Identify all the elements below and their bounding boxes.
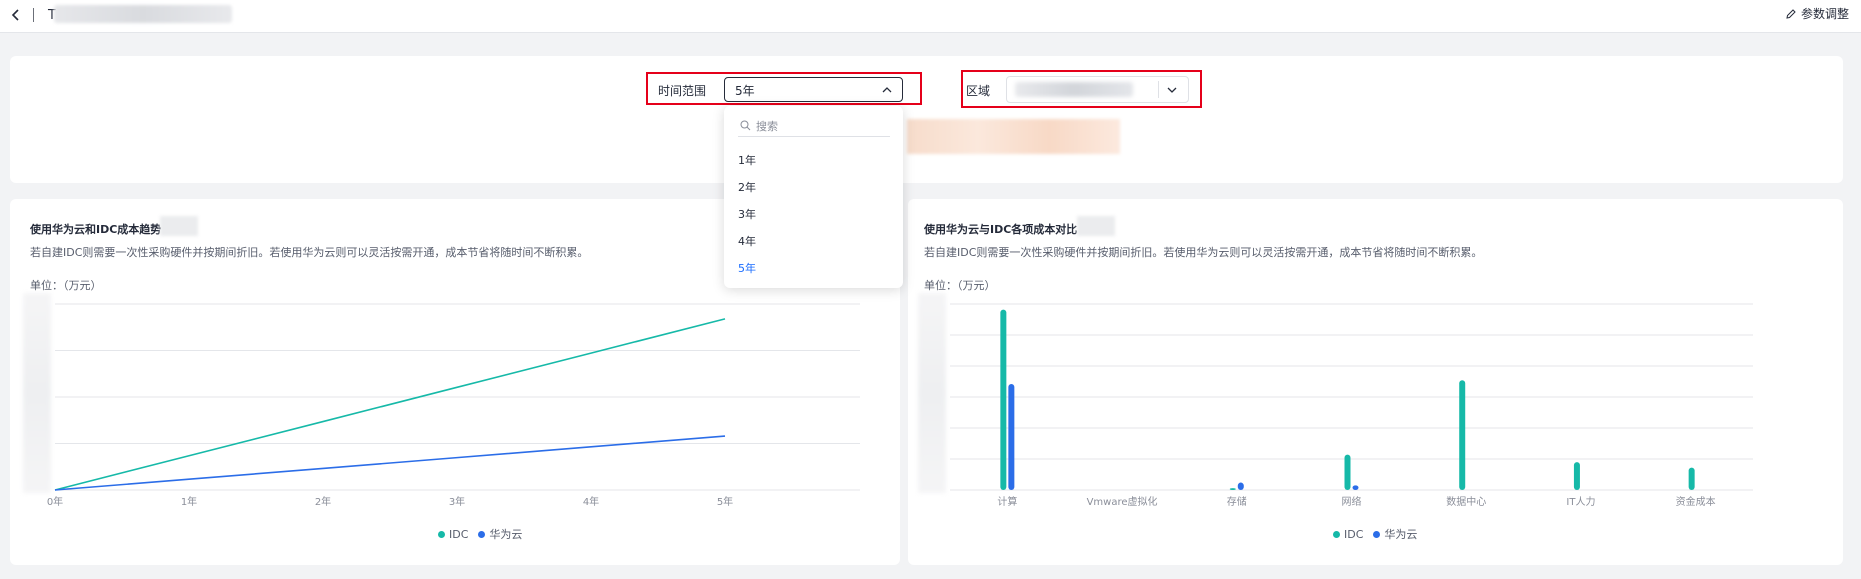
bar-huawei [1237, 482, 1244, 490]
legend-item-huawei[interactable]: 华为云 [1373, 526, 1417, 542]
bar-idc [1573, 462, 1580, 490]
x-tick-label: IT人力 [1566, 495, 1595, 508]
time-range-dropdown: 搜索 1年 2年 3年 4年 5年 [724, 106, 903, 288]
cost-compare-bar-chart: 计算 Vmware虚拟化 存储 网络 数据中心 IT人力 资金成本 [950, 303, 1753, 508]
bar-idc [1688, 467, 1695, 490]
bar-huawei [1352, 485, 1359, 490]
legend-dot-icon [1333, 530, 1340, 538]
dropdown-option[interactable]: 1年 [738, 152, 756, 168]
dropdown-option[interactable]: 4年 [738, 233, 756, 249]
legend-item-idc[interactable]: IDC [1333, 526, 1363, 542]
x-tick-label: 存储 [1227, 495, 1247, 508]
search-placeholder: 搜索 [756, 120, 778, 133]
bar-idc [1344, 454, 1351, 490]
legend-dot-icon [1373, 530, 1381, 538]
dropdown-option[interactable]: 3年 [738, 206, 756, 222]
search-icon [740, 120, 751, 131]
bar-idc [1229, 488, 1236, 490]
cost-compare-legend: IDC 华为云 [1333, 526, 1417, 542]
dropdown-option[interactable]: 2年 [738, 179, 756, 195]
x-tick-label: 计算 [997, 495, 1017, 508]
dropdown-search-input[interactable]: 搜索 [738, 113, 890, 137]
legend-label: IDC [1344, 527, 1364, 541]
dropdown-option-selected[interactable]: 5年 [738, 260, 756, 276]
x-tick-label: 资金成本 [1676, 495, 1716, 508]
x-tick-label: Vmware虚拟化 [1087, 495, 1158, 508]
x-tick-label: 网络 [1342, 495, 1362, 508]
bar-idc [1000, 309, 1007, 490]
bar-idc [1459, 380, 1466, 490]
legend-label: 华为云 [1384, 528, 1418, 541]
x-tick-label: 数据中心 [1446, 495, 1486, 508]
bar-huawei [1008, 383, 1015, 490]
